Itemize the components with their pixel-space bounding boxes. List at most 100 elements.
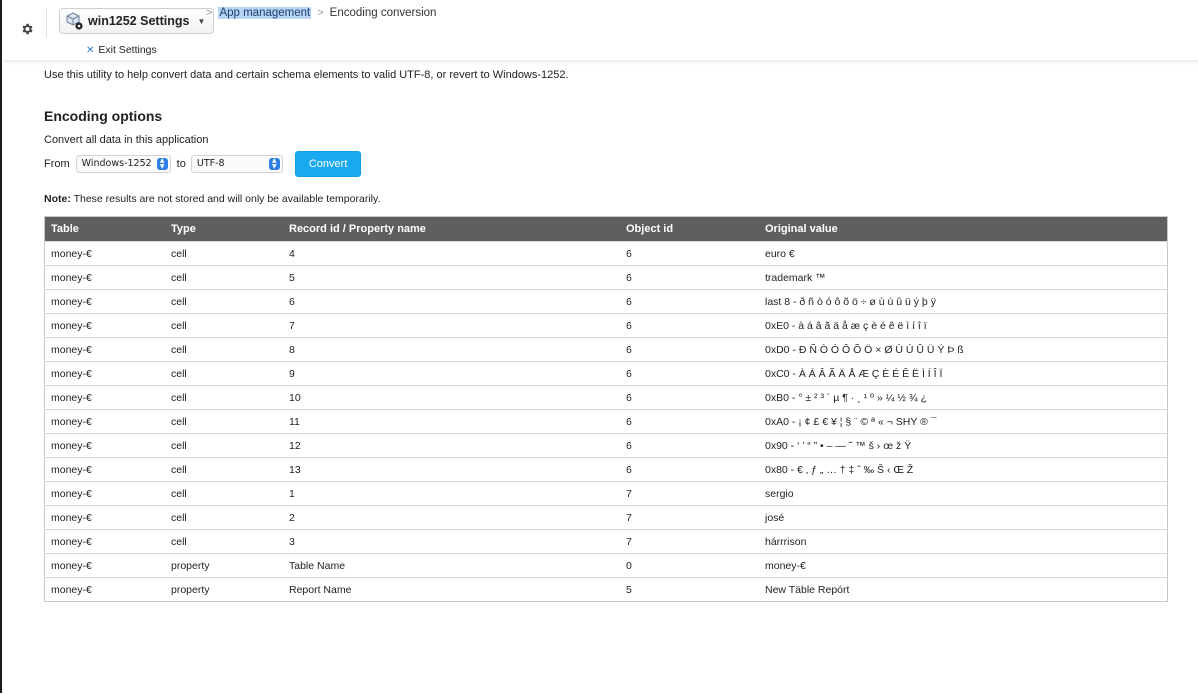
app-cube-gear-icon bbox=[65, 11, 85, 31]
toolbar-divider bbox=[46, 8, 47, 38]
cell-record-id: 8 bbox=[283, 337, 620, 362]
cell-table: money-€ bbox=[44, 409, 165, 434]
cell-table: money-€ bbox=[44, 289, 165, 314]
cell-record-id: 12 bbox=[283, 433, 620, 458]
cell-original-value: 0x90 - ‘ ’ “ ” • – — ˜ ™ š › œ ž Ÿ bbox=[759, 433, 1168, 458]
convert-subtitle: Convert all data in this application bbox=[44, 134, 209, 146]
cell-record-id: Table Name bbox=[283, 553, 620, 578]
cell-object-id: 6 bbox=[620, 337, 759, 362]
chevron-right-icon: > bbox=[206, 7, 213, 19]
cell-original-value: trademark ™ bbox=[759, 265, 1168, 290]
table-row: money-€ cell 3 7 hárrrison bbox=[44, 529, 1168, 554]
cell-table: money-€ bbox=[44, 553, 165, 578]
table-row: money-€ property Table Name 0 money-€ bbox=[44, 553, 1168, 578]
close-icon: ✕ bbox=[86, 44, 95, 56]
table-row: money-€ property Report Name 5 New Täble Rep… bbox=[44, 577, 1168, 602]
app-selector-dropdown[interactable]: win1252 Settings ▼ bbox=[59, 8, 215, 34]
table-row: money-€ cell 8 6 0xD0 - Ð Ñ Ò Ó Ô Õ Ö × Ø Ù … bbox=[44, 337, 1168, 362]
breadcrumb-current: Encoding conversion bbox=[329, 7, 437, 19]
table-row: money-€ cell 10 6 0xB0 - ° ± ² ³ ´ µ ¶ · ¸ ¹… bbox=[44, 385, 1168, 410]
cell-record-id: 1 bbox=[283, 481, 620, 506]
cell-record-id: 10 bbox=[283, 385, 620, 410]
cell-original-value: New Täble Repórt bbox=[759, 577, 1168, 602]
note-text: Note: These results are not stored and w… bbox=[44, 193, 380, 205]
col-header-original-value: Original value bbox=[759, 216, 1168, 242]
stepper-icon: ▲ ▼ bbox=[268, 158, 280, 170]
cell-object-id: 0 bbox=[620, 553, 759, 578]
cell-record-id: 13 bbox=[283, 457, 620, 482]
table-row: money-€ cell 12 6 0x90 - ‘ ’ “ ” • – — ˜ ™ š… bbox=[44, 433, 1168, 458]
cell-object-id: 6 bbox=[620, 241, 759, 266]
from-encoding-value: Windows-1252 bbox=[81, 158, 152, 169]
table-row: money-€ cell 9 6 0xC0 - À Á Â Ã Ä Å Æ Ç È É … bbox=[44, 361, 1168, 386]
cell-type: property bbox=[165, 553, 283, 578]
cell-object-id: 6 bbox=[620, 265, 759, 290]
cell-table: money-€ bbox=[44, 337, 165, 362]
app-name: win1252 Settings bbox=[88, 14, 190, 28]
cell-type: cell bbox=[165, 313, 283, 338]
convert-button[interactable]: Convert bbox=[294, 151, 362, 177]
cell-table: money-€ bbox=[44, 481, 165, 506]
cell-object-id: 6 bbox=[620, 433, 759, 458]
cell-type: cell bbox=[165, 289, 283, 314]
cell-object-id: 6 bbox=[620, 289, 759, 314]
cell-record-id: 11 bbox=[283, 409, 620, 434]
cell-table: money-€ bbox=[44, 529, 165, 554]
cell-table: money-€ bbox=[44, 457, 165, 482]
cell-type: cell bbox=[165, 361, 283, 386]
cell-record-id: 5 bbox=[283, 265, 620, 290]
cell-record-id: Report Name bbox=[283, 577, 620, 602]
cell-original-value: money-€ bbox=[759, 553, 1168, 578]
col-header-table: Table bbox=[44, 216, 165, 242]
exit-settings-label: Exit Settings bbox=[98, 44, 157, 56]
chevron-right-icon: > bbox=[317, 7, 324, 19]
note-label: Note: bbox=[44, 193, 71, 205]
cell-type: cell bbox=[165, 337, 283, 362]
results-table: Table Type Record id / Property name Obj… bbox=[44, 216, 1168, 602]
exit-settings-link[interactable]: ✕ Exit Settings bbox=[86, 44, 157, 56]
cell-record-id: 9 bbox=[283, 361, 620, 386]
cell-original-value: last 8 - ð ñ ò ó ô õ ö ÷ ø ù ú û ü ý þ ÿ bbox=[759, 289, 1168, 314]
cell-object-id: 7 bbox=[620, 505, 759, 530]
table-row: money-€ cell 11 6 0xA0 - ¡ ¢ £ € ¥ ¦ § ¨ © ª… bbox=[44, 409, 1168, 434]
cell-type: cell bbox=[165, 433, 283, 458]
cell-original-value: 0xB0 - ° ± ² ³ ´ µ ¶ · ¸ ¹ º » ¼ ½ ¾ ¿ bbox=[759, 385, 1168, 410]
cell-type: cell bbox=[165, 385, 283, 410]
gear-icon[interactable] bbox=[18, 22, 36, 40]
cell-object-id: 6 bbox=[620, 457, 759, 482]
table-row: money-€ cell 1 7 sergio bbox=[44, 481, 1168, 506]
cell-record-id: 2 bbox=[283, 505, 620, 530]
cell-type: cell bbox=[165, 529, 283, 554]
cell-record-id: 7 bbox=[283, 313, 620, 338]
cell-object-id: 6 bbox=[620, 361, 759, 386]
table-row: money-€ cell 13 6 0x80 - € ‚ ƒ „ … † ‡ ˆ ‰ Š… bbox=[44, 457, 1168, 482]
cell-type: cell bbox=[165, 409, 283, 434]
cell-table: money-€ bbox=[44, 241, 165, 266]
breadcrumb-app-management[interactable]: App management bbox=[218, 7, 312, 19]
gear-icon-glyph bbox=[22, 23, 33, 35]
cell-object-id: 7 bbox=[620, 481, 759, 506]
col-header-record-id: Record id / Property name bbox=[283, 216, 620, 242]
breadcrumb: > App management > Encoding conversion bbox=[200, 7, 436, 19]
col-header-type: Type bbox=[165, 216, 283, 242]
cell-table: money-€ bbox=[44, 505, 165, 530]
cell-type: cell bbox=[165, 505, 283, 530]
cell-type: cell bbox=[165, 457, 283, 482]
note-body: These results are not stored and will on… bbox=[70, 193, 381, 205]
to-encoding-select[interactable]: UTF-8 ▲ ▼ bbox=[190, 155, 283, 173]
cell-original-value: josé bbox=[759, 505, 1168, 530]
cell-type: cell bbox=[165, 265, 283, 290]
cell-object-id: 6 bbox=[620, 313, 759, 338]
cell-original-value: sergio bbox=[759, 481, 1168, 506]
cell-type: cell bbox=[165, 481, 283, 506]
cell-table: money-€ bbox=[44, 265, 165, 290]
cell-original-value: 0xA0 - ¡ ¢ £ € ¥ ¦ § ¨ © ª « ¬ SHY ® ¯ bbox=[759, 409, 1168, 434]
table-body: money-€ cell 4 6 euro € money-€ cell 5 6 trademar… bbox=[44, 241, 1168, 602]
cell-table: money-€ bbox=[44, 433, 165, 458]
cell-type: property bbox=[165, 577, 283, 602]
table-row: money-€ cell 6 6 last 8 - ð ñ ò ó ô õ ö ÷ ø … bbox=[44, 289, 1168, 314]
from-label: From bbox=[44, 158, 70, 170]
from-encoding-select[interactable]: Windows-1252 ▲ ▼ bbox=[75, 155, 171, 173]
cell-object-id: 6 bbox=[620, 409, 759, 434]
cell-original-value: 0x80 - € ‚ ƒ „ … † ‡ ˆ ‰ Š ‹ Œ Ž bbox=[759, 457, 1168, 482]
